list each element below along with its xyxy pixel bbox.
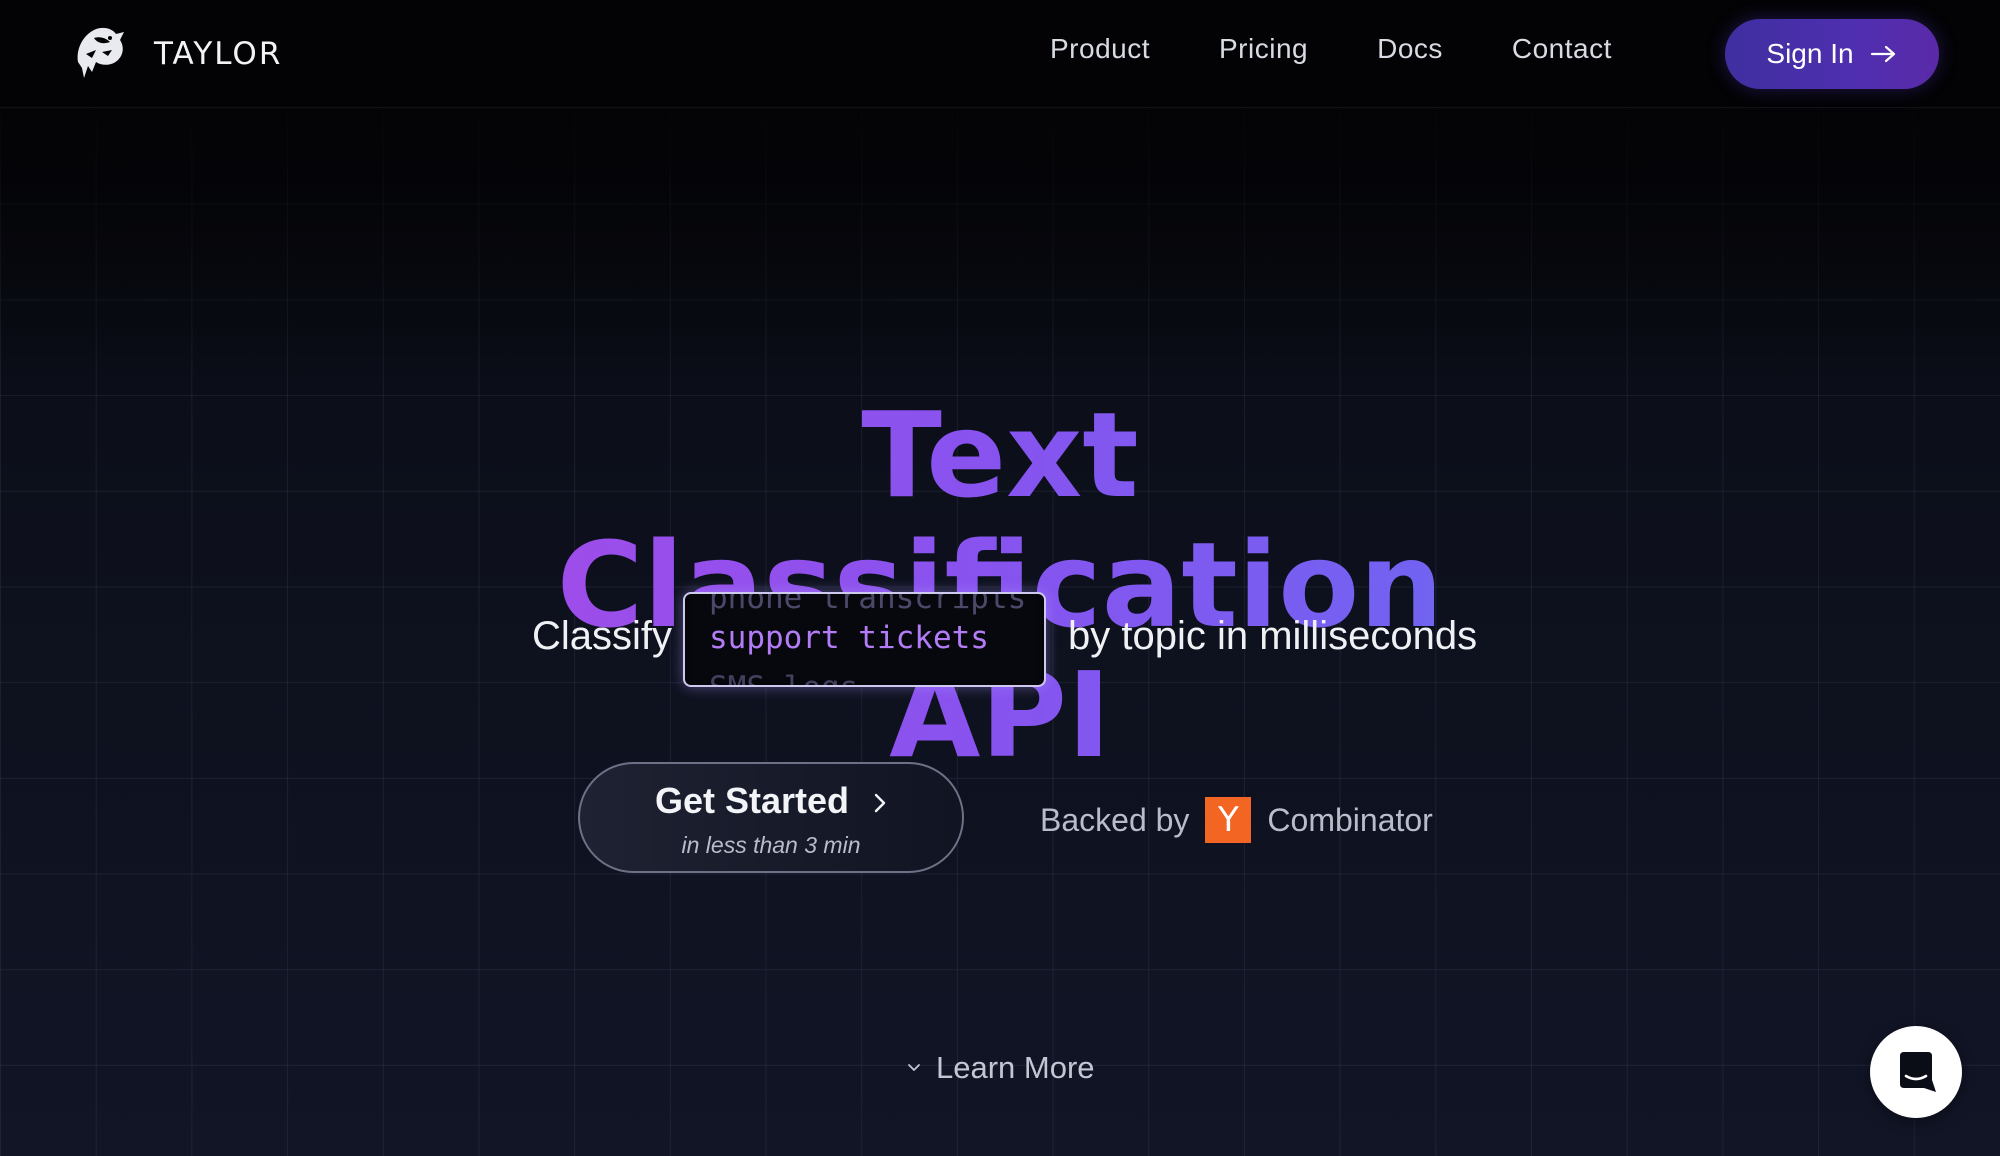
learn-more-link[interactable]: Learn More [906, 1048, 1095, 1088]
sign-in-label: Sign In [1766, 38, 1854, 69]
y-combinator-logo-icon: Y [1205, 797, 1252, 843]
learn-more-label: Learn More [936, 1050, 1095, 1085]
top-navbar: TAYLOR Product Pricing Docs Contact Sign… [0, 0, 2000, 108]
rotating-use-case-ticker: phone transcripts support tickets SMS lo… [683, 592, 1046, 687]
backed-by-name: Combinator [1267, 801, 1433, 838]
orca-logo-icon [77, 27, 124, 78]
hero-title: Text Classification API [430, 390, 1570, 780]
cta-row: Get Started in less than 3 min Backed by… [0, 762, 2000, 874]
backed-by-yc: Backed by Y Combinator [1040, 796, 1433, 844]
chevron-down-icon [908, 1064, 920, 1071]
chevron-right-icon [874, 794, 886, 813]
ticker-next-item: SMS logs [709, 670, 858, 685]
nav-link-contact[interactable]: Contact [1512, 33, 1612, 65]
chat-widget-button[interactable] [1870, 1026, 1962, 1118]
ticker-current-item: support tickets [709, 620, 989, 656]
classify-tagline: Classify phone transcripts support ticke… [0, 592, 2000, 688]
brand-home-link[interactable]: TAYLOR [72, 22, 282, 86]
classify-prefix: Classify [532, 614, 673, 658]
brand-name: TAYLOR [154, 36, 283, 72]
get-started-button[interactable]: Get Started in less than 3 min [578, 762, 964, 873]
backed-by-label: Backed by [1040, 801, 1190, 838]
ticker-previous-item: phone transcripts [709, 592, 1027, 616]
classify-suffix: by topic in milliseconds [1068, 614, 1478, 658]
main-nav: Product Pricing Docs Contact [1050, 33, 1681, 65]
nav-link-docs[interactable]: Docs [1377, 33, 1443, 65]
get-started-label: Get Started [654, 780, 850, 821]
landing-page: TAYLOR Product Pricing Docs Contact Sign… [0, 0, 2000, 1156]
get-started-sublabel: in less than 3 min [681, 832, 861, 858]
get-started-label-row: Get Started [580, 780, 962, 822]
sign-in-button[interactable]: Sign In [1725, 19, 1939, 89]
hero-title-wrapper: Text Classification API [430, 390, 1570, 780]
nav-link-pricing[interactable]: Pricing [1219, 33, 1308, 65]
arrow-right-icon [1870, 45, 1895, 63]
nav-link-product[interactable]: Product [1050, 33, 1150, 65]
chat-bubble-icon [1900, 1052, 1936, 1092]
grid-fade-overlay [0, 108, 2000, 368]
